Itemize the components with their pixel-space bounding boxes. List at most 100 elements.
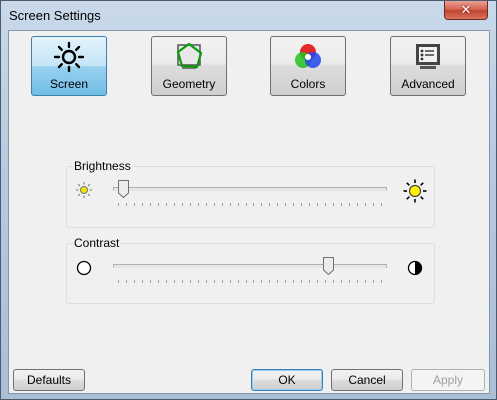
slider-tick <box>173 280 175 283</box>
slider-tick <box>293 280 295 283</box>
slider-tick <box>365 280 367 283</box>
slider-tick <box>118 280 119 283</box>
slider-tick <box>301 203 303 206</box>
slider-tick <box>380 203 382 206</box>
slider-tick <box>333 280 335 283</box>
half-circle-icon <box>407 260 423 276</box>
slider-tick <box>365 203 367 206</box>
slider-tick <box>141 203 143 206</box>
slider-tick <box>277 203 279 206</box>
slider-tick <box>189 280 191 283</box>
slider-tick <box>125 203 127 206</box>
brightness-track[interactable] <box>113 187 387 191</box>
title-bar[interactable]: Screen Settings ✕ <box>1 1 496 30</box>
brightness-ticks <box>118 203 382 206</box>
slider-tick <box>285 280 287 283</box>
window-title: Screen Settings <box>9 8 101 23</box>
slider-tick <box>269 203 271 206</box>
slider-tick <box>133 280 135 283</box>
slider-tick <box>380 280 382 283</box>
slider-tick <box>269 280 271 283</box>
bright-sun-icon <box>403 179 427 203</box>
slider-tick <box>325 280 327 283</box>
slider-tick <box>205 203 207 206</box>
slider-tick <box>157 280 159 283</box>
slider-tick <box>181 203 183 206</box>
slider-tick <box>245 280 247 283</box>
slider-tick <box>277 280 279 283</box>
tab-advanced[interactable]: Advanced <box>390 36 466 96</box>
slider-tick <box>253 280 255 283</box>
slider-tick <box>149 203 151 206</box>
slider-tick <box>229 203 231 206</box>
slider-tick <box>293 203 295 206</box>
brightness-group: Brightness <box>66 159 435 228</box>
slider-tick <box>205 280 207 283</box>
contrast-slider-thumb[interactable] <box>323 257 335 275</box>
slider-tick <box>197 203 199 206</box>
slider-tick <box>349 280 351 283</box>
slider-tick <box>125 280 127 283</box>
slider-tick <box>349 203 351 206</box>
cancel-button-label: Cancel <box>348 373 386 387</box>
slider-tick <box>253 203 255 206</box>
slider-tick <box>229 280 231 283</box>
dim-sun-icon <box>76 182 92 198</box>
rgb-circles-icon <box>295 44 321 68</box>
slider-tick <box>141 280 143 283</box>
slider-tick <box>213 203 215 206</box>
ok-button[interactable]: OK <box>251 369 323 391</box>
slider-tick <box>118 203 119 206</box>
slider-tick <box>165 280 167 283</box>
tab-advanced-label: Advanced <box>401 77 455 91</box>
brightness-slider-thumb[interactable] <box>118 180 130 198</box>
sun-icon <box>53 41 85 73</box>
slider-tick <box>357 280 359 283</box>
slider-tick <box>245 203 247 206</box>
slider-tick <box>373 203 374 206</box>
contrast-ticks <box>118 280 382 283</box>
screen-settings-window: Screen Settings ✕ Screen Geometry Colors… <box>0 0 497 400</box>
defaults-button[interactable]: Defaults <box>13 369 85 391</box>
tab-screen-label: Screen <box>49 77 89 91</box>
close-button[interactable]: ✕ <box>444 1 488 20</box>
slider-tick <box>181 280 183 283</box>
tab-screen[interactable]: Screen <box>31 36 107 96</box>
slider-tick <box>373 280 374 283</box>
geometry-icon <box>176 42 203 69</box>
slider-tick <box>309 203 311 206</box>
cancel-button[interactable]: Cancel <box>331 369 403 391</box>
slider-tick <box>333 203 335 206</box>
defaults-button-label: Defaults <box>26 373 72 387</box>
slider-tick <box>149 280 151 283</box>
slider-tick <box>309 280 311 283</box>
slider-tick <box>197 280 199 283</box>
slider-tick <box>285 203 287 206</box>
slider-tick <box>237 280 239 283</box>
tab-geometry[interactable]: Geometry <box>151 36 227 96</box>
slider-tick <box>213 280 215 283</box>
dialog-client-area: Screen Geometry Colors Advanced Brightne… <box>8 30 490 394</box>
brightness-label: Brightness <box>73 159 132 173</box>
apply-button-label: Apply <box>432 373 464 387</box>
apply-button[interactable]: Apply <box>411 369 485 391</box>
slider-tick <box>357 203 359 206</box>
monitor-panel-icon <box>416 44 440 69</box>
slider-tick <box>317 280 319 283</box>
slider-tick <box>317 203 319 206</box>
tab-geometry-label: Geometry <box>162 77 216 91</box>
close-icon: ✕ <box>460 2 472 17</box>
slider-tick <box>221 280 223 283</box>
tab-colors-label: Colors <box>290 77 326 91</box>
slider-tick <box>301 280 303 283</box>
empty-circle-icon <box>76 260 92 276</box>
slider-tick <box>261 203 263 206</box>
contrast-label: Contrast <box>73 236 121 250</box>
slider-tick <box>341 203 343 206</box>
contrast-track[interactable] <box>113 264 387 268</box>
slider-tick <box>173 203 175 206</box>
slider-tick <box>221 203 223 206</box>
contrast-group: Contrast <box>66 236 435 304</box>
tab-colors[interactable]: Colors <box>270 36 346 96</box>
slider-tick <box>165 203 167 206</box>
